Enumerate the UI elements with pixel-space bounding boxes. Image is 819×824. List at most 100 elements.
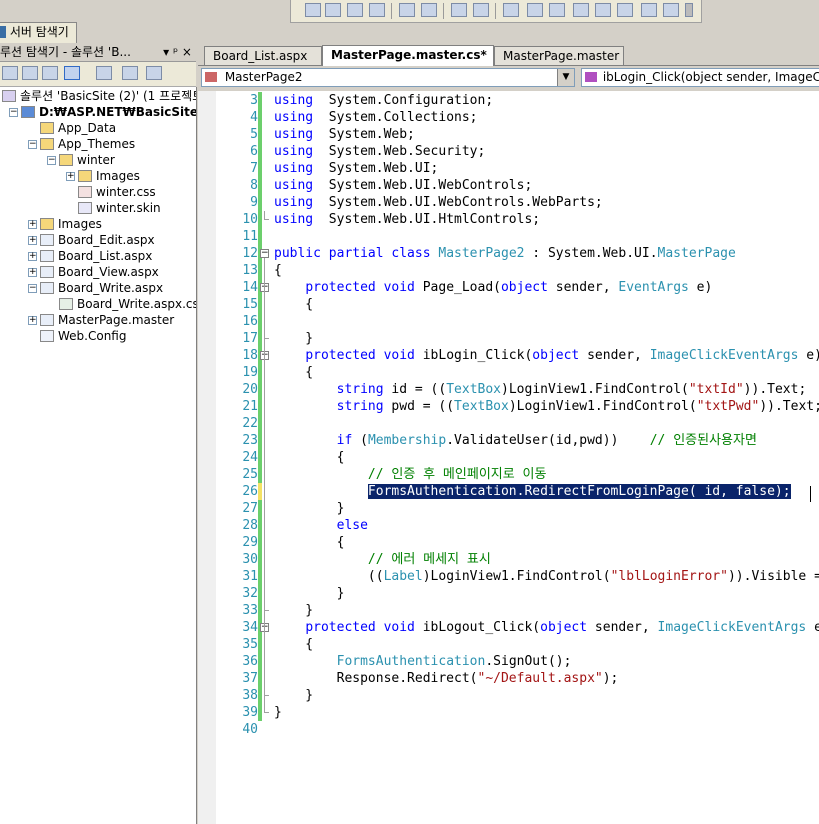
- expand-icon[interactable]: +: [66, 172, 75, 181]
- tree-node[interactable]: App_Themes: [40, 136, 135, 152]
- tree-node[interactable]: winter.css: [78, 184, 156, 200]
- properties-icon[interactable]: [2, 66, 18, 80]
- code-line[interactable]: using System.Web.UI.WebControls;: [274, 177, 532, 194]
- bookmark-icon[interactable]: [347, 3, 363, 17]
- code-line[interactable]: protected void ibLogin_Click(object send…: [274, 347, 819, 364]
- expand-icon[interactable]: +: [28, 268, 37, 277]
- rect-icon[interactable]: [503, 3, 519, 17]
- refresh-icon[interactable]: [42, 66, 58, 80]
- code-line[interactable]: }: [274, 687, 313, 704]
- tree-node[interactable]: Board_List.aspx: [40, 248, 152, 264]
- outdent-icon[interactable]: [421, 3, 437, 17]
- collapse-region-icon[interactable]: −: [260, 249, 269, 258]
- nest-files-icon[interactable]: [64, 66, 80, 80]
- font-icon[interactable]: [369, 3, 385, 17]
- code-editor[interactable]: 3 4 5 6 7 8 9 10 11 12 13 14 15 16 17 18 19 20 21 22 23 24 25 2…: [198, 91, 819, 824]
- code-line[interactable]: protected void Page_Load(object sender, …: [274, 279, 712, 296]
- code-line[interactable]: }: [274, 500, 345, 517]
- tree-node[interactable]: winter.skin: [78, 200, 161, 216]
- list-icon[interactable]: [451, 3, 467, 17]
- code-line[interactable]: {: [274, 262, 282, 279]
- tree-node[interactable]: winter: [59, 152, 115, 168]
- code-line[interactable]: using System.Web.UI.HtmlControls;: [274, 211, 540, 228]
- next-bookmark-icon[interactable]: [549, 3, 565, 17]
- line-numbers: 3 4 5 6 7 8 9 10 11 12 13 14 15 16 17 18 19 20 21 22 23 24 25 2…: [216, 91, 258, 824]
- tree-node[interactable]: Board_View.aspx: [40, 264, 159, 280]
- code-line[interactable]: if (Membership.ValidateUser(id,pwd)) // …: [274, 432, 757, 449]
- comment-icon[interactable]: [325, 3, 341, 17]
- code-line[interactable]: FormsAuthentication.SignOut();: [274, 653, 572, 670]
- class-dropdown[interactable]: MasterPage2 ▼: [201, 68, 575, 87]
- code-line[interactable]: using System.Configuration;: [274, 92, 493, 109]
- expand-icon[interactable]: +: [28, 220, 37, 229]
- tree-node[interactable]: Images: [78, 168, 140, 184]
- dropdown-icon[interactable]: [685, 3, 693, 17]
- code-line[interactable]: {: [274, 449, 345, 466]
- code-line[interactable]: }: [274, 585, 345, 602]
- code-line[interactable]: }: [274, 704, 282, 721]
- member-dropdown[interactable]: ibLogin_Click(object sender, ImageClickE…: [581, 68, 819, 87]
- code-line[interactable]: else: [274, 517, 368, 534]
- tree-node[interactable]: Images: [40, 216, 102, 232]
- code-line[interactable]: using System.Web;: [274, 126, 415, 143]
- format-icon[interactable]: [305, 3, 321, 17]
- code-line[interactable]: Response.Redirect("~/Default.aspx");: [274, 670, 619, 687]
- expand-icon[interactable]: +: [28, 236, 37, 245]
- collapse-icon[interactable]: −: [9, 108, 18, 117]
- tree-node[interactable]: Board_Write.aspx: [40, 280, 163, 296]
- tree-node[interactable]: Web.Config: [40, 328, 126, 344]
- code-token: using: [274, 144, 314, 159]
- code-line[interactable]: using System.Collections;: [274, 109, 478, 126]
- tree-node[interactable]: D:₩ASP.NET₩BasicSite: [21, 104, 196, 120]
- code-token: {: [274, 450, 345, 465]
- collapse-icon[interactable]: −: [28, 140, 37, 149]
- show-all-files-icon[interactable]: [22, 66, 38, 80]
- tab-document[interactable]: MasterPage.master.cs*: [322, 45, 494, 66]
- prev-bookmark-icon[interactable]: [527, 3, 543, 17]
- tree-node[interactable]: Board_Edit.aspx: [40, 232, 155, 248]
- code-line[interactable]: string pwd = ((TextBox)LoginView1.FindCo…: [274, 398, 819, 415]
- server-explorer-tab[interactable]: 서버 탐색기: [0, 22, 77, 44]
- line-number: 4: [250, 110, 258, 125]
- tab-document[interactable]: MasterPage.master: [494, 46, 624, 65]
- clear-bookmark-icon[interactable]: [663, 3, 679, 17]
- code-line[interactable]: }: [274, 602, 313, 619]
- code-line[interactable]: }: [274, 330, 313, 347]
- collapse-icon[interactable]: −: [47, 156, 56, 165]
- tab-document[interactable]: Board_List.aspx: [204, 46, 322, 65]
- code-line[interactable]: {: [274, 636, 313, 653]
- code-line[interactable]: ((Label)LoginView1.FindControl("lblLogin…: [274, 568, 819, 585]
- view-code-icon[interactable]: [96, 66, 112, 80]
- code-line[interactable]: {: [274, 296, 313, 313]
- code-line[interactable]: // 에러 메세지 표시: [274, 551, 491, 568]
- collapse-icon[interactable]: −: [28, 284, 37, 293]
- expand-icon[interactable]: +: [28, 316, 37, 325]
- code-line[interactable]: using System.Web.UI;: [274, 160, 438, 177]
- copy-website-icon[interactable]: [122, 66, 138, 80]
- panel-pin-close-icons[interactable]: ▾ ᵖ ×: [159, 43, 192, 61]
- list-icon-2[interactable]: [473, 3, 489, 17]
- bookmark-d-icon[interactable]: [641, 3, 657, 17]
- code-line[interactable]: {: [274, 534, 345, 551]
- tree-node[interactable]: MasterPage.master: [40, 312, 174, 328]
- code-line[interactable]: // 인증 후 메인페이지로 이동: [274, 466, 547, 483]
- code-token: using: [274, 178, 314, 193]
- code-line[interactable]: {: [274, 364, 313, 381]
- tree-node[interactable]: 솔루션 'BasicSite (2)' (1 프로젝트): [2, 88, 196, 104]
- code-line[interactable]: protected void ibLogout_Click(object sen…: [274, 619, 819, 636]
- code-token: pwd = ((: [383, 399, 455, 414]
- bookmark-c-icon[interactable]: [617, 3, 633, 17]
- tree-node[interactable]: Board_Write.aspx.cs: [59, 296, 196, 312]
- tree-node[interactable]: App_Data: [40, 120, 116, 136]
- indent-icon[interactable]: [399, 3, 415, 17]
- code-line[interactable]: public partial class MasterPage2 : Syste…: [274, 245, 736, 262]
- code-line[interactable]: FormsAuthentication.RedirectFromLoginPag…: [274, 483, 791, 500]
- code-line[interactable]: using System.Web.Security;: [274, 143, 485, 160]
- bookmark-b-icon[interactable]: [595, 3, 611, 17]
- code-line[interactable]: string id = ((TextBox)LoginView1.FindCon…: [274, 381, 807, 398]
- code-line[interactable]: using System.Web.UI.WebControls.WebParts…: [274, 194, 603, 211]
- chevron-down-icon[interactable]: ▼: [557, 69, 574, 86]
- expand-icon[interactable]: +: [28, 252, 37, 261]
- asp-config-icon[interactable]: [146, 66, 162, 80]
- bookmark-a-icon[interactable]: [573, 3, 589, 17]
